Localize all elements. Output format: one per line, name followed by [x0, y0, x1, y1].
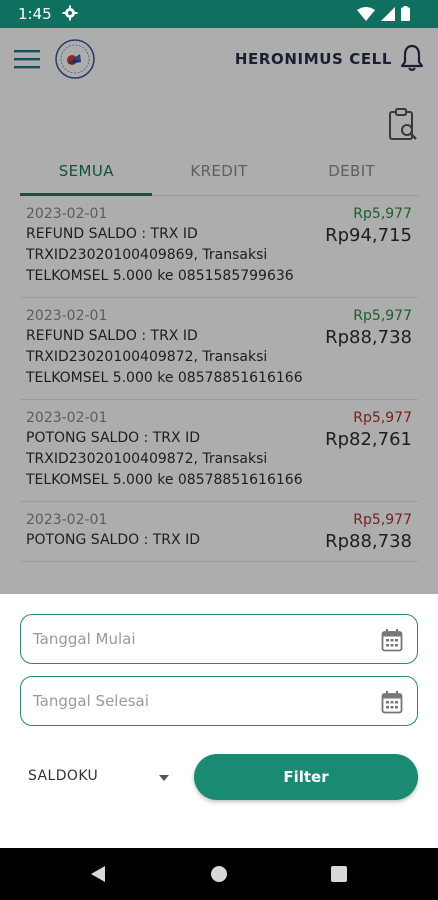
gear-icon	[62, 5, 78, 21]
filter-bottom-sheet: Tanggal Mulai Tanggal Selesai SALDOKU Fi…	[0, 594, 438, 848]
wallet-select-value: SALDOKU	[28, 768, 99, 784]
end-date-placeholder: Tanggal Selesai	[33, 692, 149, 710]
status-time: 1:45	[18, 5, 52, 23]
status-icons	[357, 6, 410, 21]
start-date-placeholder: Tanggal Mulai	[33, 630, 136, 648]
recent-apps-icon[interactable]	[331, 866, 347, 882]
modal-scrim[interactable]	[0, 28, 438, 594]
system-nav-bar	[0, 848, 438, 900]
signal-icon	[381, 6, 395, 21]
wallet-select[interactable]: SALDOKU	[28, 766, 170, 790]
start-date-field[interactable]: Tanggal Mulai	[20, 614, 418, 664]
end-date-field[interactable]: Tanggal Selesai	[20, 676, 418, 726]
status-bar: 1:45	[0, 0, 438, 28]
calendar-icon[interactable]	[381, 628, 403, 652]
home-icon[interactable]	[211, 866, 227, 882]
back-icon[interactable]	[90, 865, 106, 883]
calendar-icon[interactable]	[381, 690, 403, 714]
battery-icon	[401, 6, 410, 21]
wifi-icon	[357, 6, 375, 21]
caret-down-icon	[159, 775, 169, 781]
filter-button[interactable]: Filter	[194, 754, 418, 800]
